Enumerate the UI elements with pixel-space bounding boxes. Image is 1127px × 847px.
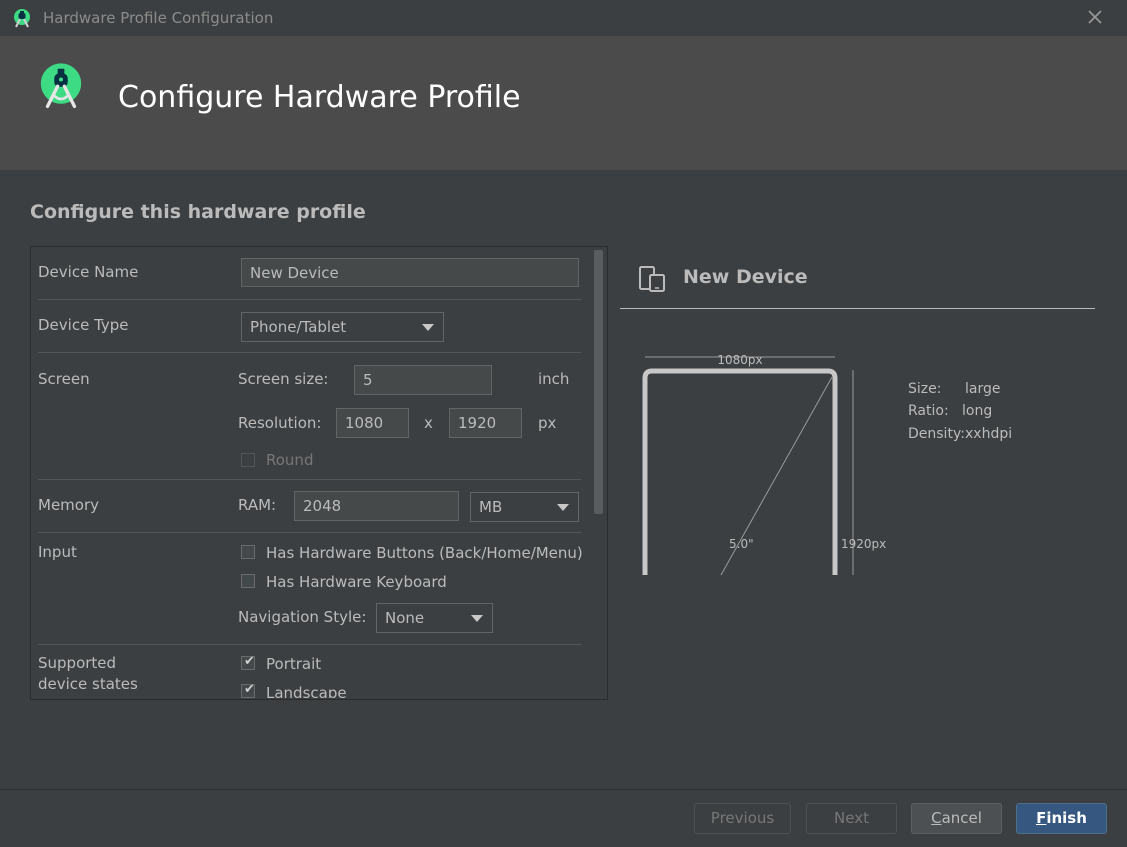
density-value: xxhdpi [965, 426, 1013, 442]
navigation-style-label: Navigation Style: [238, 608, 367, 626]
screen-size-unit: inch [538, 370, 570, 388]
close-icon[interactable] [1086, 8, 1104, 26]
device-name-label: Device Name [38, 263, 139, 281]
device-diagram: 1080px 1920px 5.0" [642, 353, 886, 576]
finish-button[interactable]: Finish [1016, 803, 1107, 834]
chevron-down-icon [557, 504, 569, 511]
preview-title: New Device [683, 266, 808, 288]
divider [38, 352, 581, 353]
size-key: Size: [908, 381, 942, 397]
device-type-dropdown[interactable]: Phone/Tablet [241, 312, 444, 342]
device-type-label: Device Type [38, 316, 129, 334]
ram-label: RAM: [238, 496, 277, 514]
navigation-style-value: None [385, 609, 425, 627]
ratio-key: Ratio: [908, 403, 949, 419]
states-label-line1: Supported [38, 654, 117, 672]
screen-size-label: Screen size: [238, 370, 329, 388]
android-studio-icon [14, 9, 30, 28]
portrait-checkbox[interactable]: ✔ [241, 654, 255, 670]
hardware-keyboard-checkbox[interactable] [241, 574, 255, 588]
preview-divider [620, 308, 1095, 309]
title-bar: Hardware Profile Configuration [0, 0, 1127, 36]
phone-tablet-icon [639, 266, 665, 292]
hardware-keyboard-label: Has Hardware Keyboard [266, 573, 447, 591]
round-checkbox[interactable] [241, 453, 255, 467]
check-icon: ✔ [244, 654, 255, 669]
header-banner: Configure Hardware Profile [0, 36, 1127, 170]
divider [38, 532, 581, 533]
device-name-input[interactable]: New Device [241, 258, 579, 287]
previous-button[interactable]: Previous [694, 803, 791, 834]
memory-label: Memory [38, 496, 100, 514]
cancel-label-rest: ancel [941, 809, 982, 827]
device-type-value: Phone/Tablet [250, 318, 347, 336]
clipped-row: ✔ Landscape [31, 680, 606, 698]
resolution-height-input[interactable]: 1920 [449, 408, 522, 438]
resolution-x: x [424, 414, 433, 432]
landscape-label: Landscape [266, 684, 347, 698]
divider [38, 299, 581, 300]
section-title: Configure this hardware profile [30, 201, 366, 223]
round-label: Round [266, 451, 314, 469]
navigation-style-dropdown[interactable]: None [376, 603, 493, 633]
diagonal-label: 5.0" [729, 537, 754, 551]
screen-size-input[interactable]: 5 [354, 365, 492, 395]
form-scrollbar[interactable] [594, 250, 603, 514]
screen-label: Screen [38, 370, 90, 388]
height-label: 1920px [841, 537, 886, 551]
resolution-label: Resolution: [238, 414, 322, 432]
resolution-unit: px [538, 414, 557, 432]
page-title: Configure Hardware Profile [118, 80, 521, 115]
divider [38, 479, 581, 480]
ram-input[interactable]: 2048 [294, 491, 459, 521]
next-button[interactable]: Next [806, 803, 897, 834]
hardware-buttons-checkbox[interactable] [241, 545, 255, 559]
width-label: 1080px [717, 353, 762, 367]
android-studio-logo [40, 63, 82, 109]
ram-unit-value: MB [479, 498, 503, 516]
ram-unit-dropdown[interactable]: MB [470, 492, 579, 522]
input-label: Input [38, 543, 77, 561]
cancel-mnemonic: C [931, 809, 942, 827]
density-key: Density: [908, 426, 965, 442]
finish-mnemonic: F [1036, 809, 1047, 827]
ratio-value: long [962, 403, 993, 419]
chevron-down-icon [422, 324, 434, 331]
divider [38, 644, 581, 645]
chevron-down-icon [471, 615, 483, 622]
size-value: large [965, 381, 1001, 397]
footer-divider [0, 789, 1127, 790]
check-icon: ✔ [244, 682, 255, 697]
window-title: Hardware Profile Configuration [43, 9, 274, 27]
finish-label-rest: inish [1046, 809, 1087, 827]
hardware-buttons-label: Has Hardware Buttons (Back/Home/Menu) [266, 544, 583, 562]
portrait-label: Portrait [266, 655, 322, 673]
resolution-width-input[interactable]: 1080 [336, 408, 409, 438]
cancel-button[interactable]: Cancel [911, 803, 1002, 834]
landscape-checkbox[interactable]: ✔ [241, 682, 255, 698]
